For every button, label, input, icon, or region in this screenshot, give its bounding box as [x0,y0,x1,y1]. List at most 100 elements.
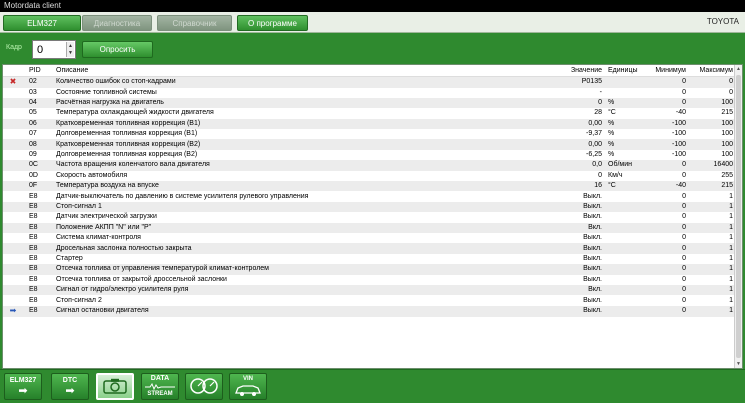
table-row[interactable]: E8 Положение АКПП "N" или "P" Вкл. 0 1 [3,222,736,233]
cell-maximum: 100 [688,118,736,130]
table-row[interactable]: 07 Долговременная топливная коррекция (В1… [3,129,736,139]
cell-pid: 0D [29,171,38,179]
table-row[interactable]: E8 Отсечка топлива от закрытой дроссельно… [3,275,736,285]
cell-units: °С [608,109,616,117]
table-row[interactable]: ✖ 02 Количество ошибок со стоп-кадрами P013… [3,76,736,88]
cell-pid: 06 [23,118,53,130]
table-row[interactable]: E8 Сигнал от гидро/электро усилителя руля… [3,284,736,296]
cell-units [604,201,646,213]
cell-description: Кратковременная топливная коррекция (В2) [53,139,558,150]
table-row[interactable]: E8 Стартер Выкл. 0 1 [3,254,736,264]
header-value[interactable]: Значение [558,65,604,77]
table-row[interactable]: E8 Датчик-выключатель по давлению в систе… [3,191,736,201]
table-row[interactable]: ➡ E8 Сигнал остановки двигателя Выкл. 0 1 [3,305,736,317]
cell-description: Долговременная топливная коррекция (В2) [56,151,198,159]
cell-description: Положение АКПП "N" или "P" [53,222,558,233]
table-row[interactable]: 0F Температура воздуха на впуске 16 °С -40 21… [3,181,736,192]
tab-diagnostics[interactable]: Диагностика [82,15,152,31]
table-row[interactable]: E8 Дросельная заслонка полностью закрыта В… [3,243,736,254]
table-row[interactable]: 05 Температура охлаждающей жидкости двига… [3,108,736,118]
table-row[interactable]: 0D Скорость автомобиля 0 Км/ч 0 255 [3,171,736,181]
cell-value: -6,25 [586,151,602,159]
cell-description: Количество ошибок со стоп-кадрами [53,76,558,88]
data-stream-button[interactable]: DATA STREAM [141,373,179,400]
scroll-thumb[interactable] [736,75,741,358]
current-row-arrow-icon: ➡ [9,305,17,315]
table-row[interactable]: 03 Состояние топливной системы - 0 0 [3,88,736,98]
table-row[interactable]: 08 Кратковременная топливная коррекция (В… [3,139,736,150]
cell-minimum: 0 [646,201,688,213]
cell-minimum: 0 [646,76,688,88]
row-status-icon [3,295,23,305]
header-maximum[interactable]: Максимум [688,65,736,77]
cell-description: Температура воздуха на впуске [53,181,558,192]
pid-table: PID Описание Значение Единицы Минимум Ма… [3,65,736,317]
table-row[interactable]: 06 Кратковременная топливная коррекция (В… [3,118,736,130]
cell-value: 0,0 [558,160,604,171]
vertical-scrollbar[interactable]: ▲ ▼ [734,65,742,368]
cell-minimum: 0 [646,284,688,296]
freeze-frame-button[interactable] [96,373,134,400]
cell-units [604,264,646,275]
table-row[interactable]: 09 Долговременная топливная коррекция (В2… [3,150,736,160]
header-minimum[interactable]: Минимум [646,65,688,77]
table-row[interactable]: E8 Стоп-сигнал 1 Выкл. 0 1 [3,201,736,213]
cell-maximum: 100 [721,130,733,138]
cell-minimum: -100 [646,118,688,130]
cell-description: Стоп-сигнал 1 [53,201,558,213]
cell-maximum: 1 [688,201,736,213]
waveform-icon [145,383,175,390]
cell-minimum: 0 [682,171,686,179]
arrow-right-icon: ➡ [18,385,28,397]
row-status-icon [3,97,23,109]
window-title: Motordata client [0,0,745,12]
elm327-button[interactable]: ELM327 ➡ [4,373,42,400]
vin-button[interactable]: VIN [229,373,267,400]
table-row[interactable]: 04 Расчётная нагрузка на двигатель 0% 0 100 [3,97,736,109]
table-row[interactable]: E8 Отсечка топлива от управления температ… [3,264,736,275]
cell-maximum: 1 [688,264,736,275]
cell-units [604,212,646,222]
table-row[interactable]: E8 Датчик электрической загрузки Выкл. 0 1 [3,212,736,222]
query-button[interactable]: Опросить [82,41,153,58]
cell-value: Выкл. [583,254,602,262]
cell-pid: 04 [23,97,53,109]
row-status-icon [3,233,23,243]
scroll-up-icon[interactable]: ▲ [735,65,742,73]
cell-pid: 08 [23,139,53,150]
table-row[interactable]: 0C Частота вращения коленчатого вала двиг… [3,160,736,171]
spin-down-icon[interactable]: ▼ [66,49,74,57]
row-status-icon [3,118,23,130]
frame-spinbox[interactable]: 0 ▲ ▼ [32,40,76,59]
cell-minimum: 0 [682,192,686,200]
table-row[interactable]: E8 Система климат-контроля Выкл. 0 1 [3,233,736,243]
tab-elm327[interactable]: ELM327 [3,15,81,31]
table-row[interactable]: E8 Стоп-сигнал 2 Выкл. 0 1 [3,295,736,305]
header-pid[interactable]: PID [23,65,53,77]
cell-maximum: 255 [721,171,733,179]
dtc-button[interactable]: DTC ➡ [51,373,89,400]
header-description[interactable]: Описание [53,65,558,77]
header-units[interactable]: Единицы [604,65,646,77]
cell-maximum: 1 [729,296,733,304]
cell-maximum: 1 [729,192,733,200]
cell-maximum: 1 [729,275,733,283]
cell-value: Выкл. [558,305,604,317]
tab-data-reference[interactable]: Справочник данных [157,15,232,44]
vin-button-label: VIN [242,376,253,382]
row-status-icon [3,254,23,264]
cell-value: -9,37 [586,130,602,138]
cell-value: Выкл. [583,275,602,283]
cell-minimum: 0 [682,275,686,283]
scroll-down-icon[interactable]: ▼ [735,360,742,368]
row-status-icon [3,275,23,285]
cell-units: % [604,118,646,130]
cell-description: Стартер [56,254,83,262]
tab-about[interactable]: О программе [237,15,308,31]
cell-description: Температура охлаждающей жидкости двигате… [56,109,214,117]
row-status-icon [3,160,23,171]
gauges-button[interactable] [185,373,223,400]
cell-maximum: 100 [688,139,736,150]
cell-minimum: 0 [682,88,686,96]
frame-label: Кадр [6,44,22,51]
